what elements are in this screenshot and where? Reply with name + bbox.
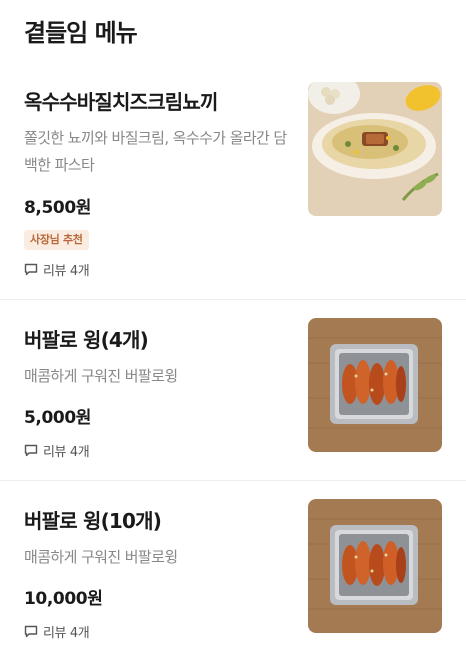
- recommend-badge: 사장님 추천: [24, 230, 89, 250]
- review-count-label: 리뷰 4개: [43, 264, 90, 279]
- menu-item-name: 버팔로 윙(10개): [24, 509, 162, 533]
- section-title: 곁들임 메뉴: [24, 19, 138, 47]
- review-count-label: 리뷰 4개: [43, 626, 90, 641]
- menu-item-description: 매콤하게 구워진 버팔로윙: [24, 367, 178, 385]
- menu-item[interactable]: 버팔로 윙(4개) 매콤하게 구워진 버팔로윙 5,000원 리뷰 4개: [0, 299, 466, 480]
- menu-item-description: 매콤하게 구워진 버팔로윙: [24, 548, 178, 566]
- menu-item-name: 옥수수바질치즈크림뇨끼: [24, 90, 218, 114]
- menu-item-description: 쫄깃한 뇨끼와 바질크림, 옥수수가 올라간 담백한 파스타: [24, 129, 287, 174]
- speech-bubble-icon: [24, 263, 38, 276]
- speech-bubble-icon: [24, 625, 38, 638]
- menu-item-name: 버팔로 윙(4개): [24, 328, 149, 352]
- menu-item[interactable]: 버팔로 윙(10개) 매콤하게 구워진 버팔로윙 10,000원 리뷰 4개: [0, 480, 466, 649]
- buffalo-wings-photo[interactable]: [308, 318, 442, 452]
- buffalo-wings-photo[interactable]: [308, 499, 442, 633]
- menu-item-price: 8,500원: [24, 198, 92, 218]
- review-count[interactable]: 리뷰 4개: [24, 622, 90, 641]
- speech-bubble-icon: [24, 444, 38, 457]
- menu-item-price: 10,000원: [24, 589, 103, 609]
- menu-item-price: 5,000원: [24, 408, 92, 428]
- gnocchi-dish-photo[interactable]: [308, 82, 442, 216]
- review-count-label: 리뷰 4개: [43, 445, 90, 460]
- review-count[interactable]: 리뷰 4개: [24, 260, 90, 279]
- menu-item[interactable]: 옥수수바질치즈크림뇨끼 쫄깃한 뇨끼와 바질크림, 옥수수가 올라간 담백한 파…: [0, 62, 466, 299]
- review-count[interactable]: 리뷰 4개: [24, 441, 90, 460]
